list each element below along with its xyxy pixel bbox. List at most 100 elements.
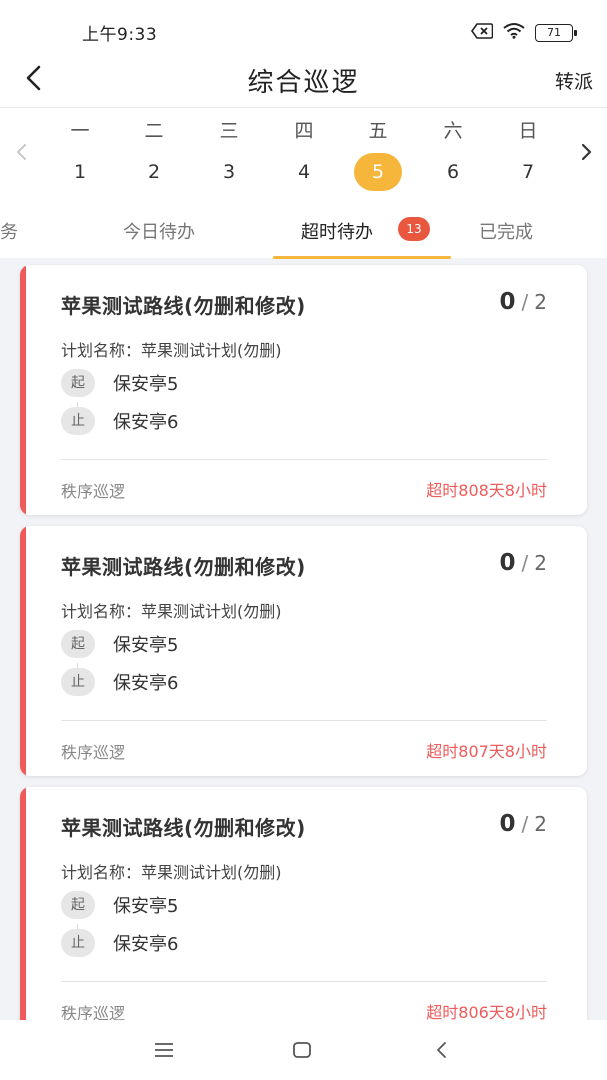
day-number: 6: [446, 161, 460, 183]
progress-total: 2: [534, 551, 547, 575]
route-start: 起 保安亭5: [61, 891, 178, 919]
end-point: 保安亭6: [113, 934, 179, 955]
day-name: 二: [144, 120, 164, 142]
menu-button[interactable]: [152, 1038, 176, 1062]
start-marker: 起: [61, 630, 95, 658]
progress-done: 0: [499, 550, 516, 576]
sim-error-icon: [471, 22, 494, 43]
overdue-time: 超时806天8小时: [426, 1003, 547, 1020]
status-time: 上午9:33: [82, 25, 158, 45]
card-accent-bar: [20, 265, 26, 515]
progress-count: 0/2: [500, 289, 548, 315]
card-accent-bar: [20, 787, 26, 1020]
nav-bar: 综合巡逻 转派: [0, 56, 607, 108]
route-end: 止 保安亭6: [61, 668, 178, 696]
chevron-right-icon: [581, 143, 592, 161]
progress-done: 0: [499, 811, 516, 837]
patrol-type: 秩序巡逻: [61, 482, 126, 501]
card-divider: [61, 720, 547, 721]
progress-count: 0/2: [500, 550, 548, 576]
start-point: 保安亭5: [113, 635, 179, 656]
route-end: 止 保安亭6: [61, 407, 178, 435]
tab-bar: 任务 今日待办 超时待办 13 已完成: [0, 204, 607, 259]
next-week-button[interactable]: [574, 140, 598, 164]
day-number: 7: [521, 161, 535, 183]
task-card[interactable]: 苹果测试路线(勿删和修改) 0/2 计划名称：苹果测试计划(勿删) 起 保安亭5…: [20, 265, 587, 515]
progress-separator: /: [521, 290, 529, 314]
menu-icon: [155, 1043, 173, 1057]
start-point: 保安亭5: [113, 374, 179, 395]
end-point: 保安亭6: [113, 673, 179, 694]
start-marker: 起: [61, 369, 95, 397]
week-calendar: 一 1 二 2 三 3 四 4 五 5 六 6 日 7: [0, 108, 607, 204]
route-end: 止 保安亭6: [61, 929, 178, 957]
home-button[interactable]: [290, 1038, 314, 1062]
day-2[interactable]: 二 2: [124, 108, 184, 204]
day-number: 3: [222, 161, 236, 183]
home-icon: [293, 1042, 311, 1058]
back-icon: [437, 1042, 446, 1058]
day-number: 4: [297, 161, 311, 183]
route-start: 起 保安亭5: [61, 369, 178, 397]
task-card[interactable]: 苹果测试路线(勿删和修改) 0/2 计划名称：苹果测试计划(勿删) 起 保安亭5…: [20, 526, 587, 776]
start-marker: 起: [61, 891, 95, 919]
tab-today[interactable]: 今日待办: [123, 218, 195, 244]
day-name: 三: [219, 120, 239, 142]
overdue-time: 超时807天8小时: [426, 742, 547, 761]
day-name: 日: [518, 120, 538, 142]
day-1[interactable]: 一 1: [50, 108, 110, 204]
route-start: 起 保安亭5: [61, 630, 178, 658]
day-number: 1: [73, 161, 87, 183]
route-title: 苹果测试路线(勿删和修改): [61, 816, 306, 840]
progress-separator: /: [521, 551, 529, 575]
plan-name: 计划名称：苹果测试计划(勿删): [61, 341, 282, 360]
progress-count: 0/2: [500, 811, 548, 837]
overdue-count-badge: 13: [398, 217, 430, 241]
chevron-left-icon: [17, 144, 26, 160]
plan-name: 计划名称：苹果测试计划(勿删): [61, 863, 282, 882]
status-bar: 上午9:33 71: [0, 0, 607, 56]
route-title: 苹果测试路线(勿删和修改): [61, 294, 306, 318]
card-accent-bar: [20, 526, 26, 776]
start-point: 保安亭5: [113, 896, 179, 917]
day-6[interactable]: 六 6: [423, 108, 483, 204]
tab-tasks[interactable]: 任务: [0, 218, 18, 244]
patrol-type: 秩序巡逻: [61, 743, 126, 762]
end-marker: 止: [61, 668, 95, 696]
end-point: 保安亭6: [113, 412, 179, 433]
route-title: 苹果测试路线(勿删和修改): [61, 555, 306, 579]
day-5-selected[interactable]: 五 5: [348, 108, 408, 204]
day-number: 2: [147, 161, 161, 183]
card-divider: [61, 981, 547, 982]
wifi-icon: [503, 22, 525, 43]
progress-total: 2: [534, 812, 547, 836]
overdue-time: 超时808天8小时: [426, 481, 547, 500]
page-title: 综合巡逻: [247, 68, 360, 98]
patrol-type: 秩序巡逻: [61, 1004, 126, 1020]
day-name: 四: [294, 120, 314, 142]
day-7[interactable]: 日 7: [498, 108, 558, 204]
tab-overdue[interactable]: 超时待办: [301, 218, 373, 244]
tab-completed[interactable]: 已完成: [479, 218, 533, 244]
progress-done: 0: [499, 289, 516, 315]
end-marker: 止: [61, 407, 95, 435]
day-name: 一: [70, 120, 90, 142]
day-4[interactable]: 四 4: [274, 108, 334, 204]
system-nav-bar: [0, 1020, 607, 1080]
task-list: 苹果测试路线(勿删和修改) 0/2 计划名称：苹果测试计划(勿删) 起 保安亭5…: [0, 258, 607, 1020]
day-name: 六: [443, 120, 463, 142]
battery-icon: 71: [535, 23, 577, 42]
prev-week-button[interactable]: [10, 140, 34, 164]
card-divider: [61, 459, 547, 460]
transfer-button[interactable]: 转派: [555, 67, 593, 94]
day-3[interactable]: 三 3: [199, 108, 259, 204]
status-icons: 71: [471, 22, 577, 43]
end-marker: 止: [61, 929, 95, 957]
progress-total: 2: [534, 290, 547, 314]
day-number: 5: [354, 153, 402, 191]
system-back-button[interactable]: [430, 1038, 454, 1062]
progress-separator: /: [521, 812, 529, 836]
task-card[interactable]: 苹果测试路线(勿删和修改) 0/2 计划名称：苹果测试计划(勿删) 起 保安亭5…: [20, 787, 587, 1020]
plan-name: 计划名称：苹果测试计划(勿删): [61, 602, 282, 621]
day-name: 五: [368, 120, 388, 142]
